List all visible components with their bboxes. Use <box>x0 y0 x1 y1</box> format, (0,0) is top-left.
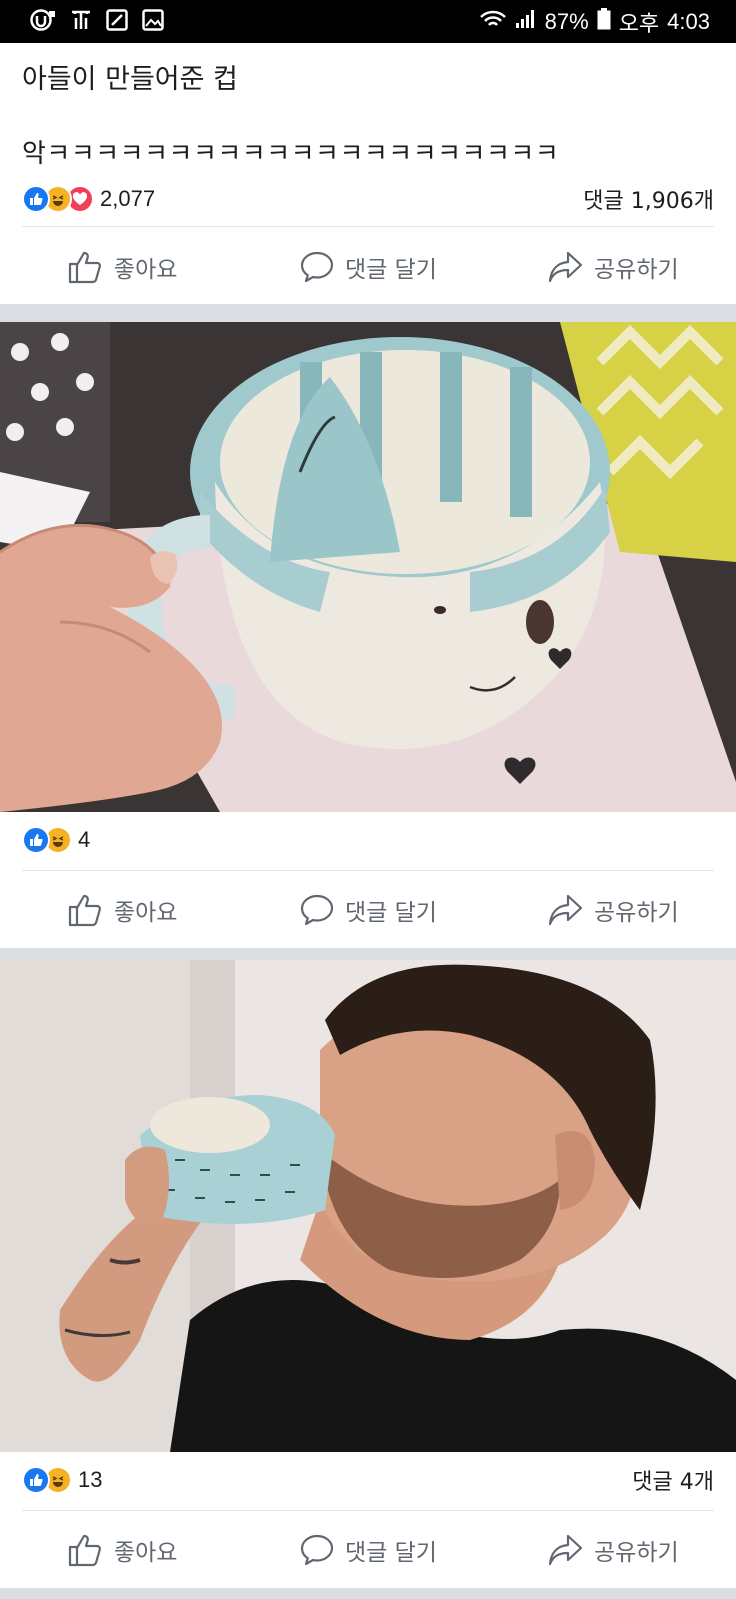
share-label: 공유하기 <box>594 257 679 283</box>
edit-note-icon <box>106 8 128 35</box>
photo-2-footer: 13 댓글 4개 좋아요 댓글 달기 공유하기 <box>0 1452 736 1588</box>
status-bar: 87% 오후 4:03 <box>0 0 736 43</box>
like-button[interactable]: 좋아요 <box>0 893 245 927</box>
post-photo-mug[interactable] <box>0 322 736 812</box>
comment-label: 댓글 달기 <box>345 257 437 283</box>
share-arrow-icon <box>548 894 583 926</box>
photo-1-actions: 좋아요 댓글 달기 공유하기 <box>0 880 736 940</box>
image-notification-icon <box>142 8 164 35</box>
status-bar-notifications <box>30 8 164 35</box>
comment-label: 댓글 달기 <box>345 900 437 926</box>
comment-button[interactable]: 댓글 달기 <box>245 250 490 284</box>
thumbs-up-icon <box>68 251 101 284</box>
divider <box>22 870 714 871</box>
comment-label: 댓글 달기 <box>345 1540 437 1566</box>
share-label: 공유하기 <box>594 900 679 926</box>
comment-button[interactable]: 댓글 달기 <box>245 1533 490 1567</box>
reaction-count: 2,077 <box>100 186 156 211</box>
wifi-icon <box>479 9 507 35</box>
comment-bubble-icon <box>300 251 334 283</box>
photo-2-reaction-count: 13 <box>78 1467 103 1492</box>
share-button[interactable]: 공유하기 <box>491 893 736 927</box>
like-button[interactable]: 좋아요 <box>0 1533 245 1567</box>
reaction-summary[interactable]: 2,077 <box>22 185 155 213</box>
post-card: 아들이 만들어준 컵 악ㅋㅋㅋㅋㅋㅋㅋㅋㅋㅋㅋㅋㅋㅋㅋㅋㅋㅋㅋㅋㅋ 2,077 … <box>0 43 736 304</box>
battery-percent: 87% <box>544 8 589 34</box>
photo-2-reaction-summary[interactable]: 13 <box>22 1466 102 1494</box>
like-button[interactable]: 좋아요 <box>0 250 245 284</box>
comment-bubble-icon <box>300 1534 334 1566</box>
signal-icon <box>515 9 537 35</box>
t-app-icon <box>70 9 92 35</box>
thumbs-up-icon <box>68 1534 101 1567</box>
like-label: 좋아요 <box>113 257 178 283</box>
photo-1-reaction-count: 4 <box>78 827 91 852</box>
post-actions: 좋아요 댓글 달기 공유하기 <box>0 237 736 297</box>
photo-1-footer: 4 좋아요 댓글 달기 공유하기 <box>0 812 736 948</box>
like-reaction-icon <box>22 826 50 854</box>
post-title: 아들이 만들어준 컵 <box>22 64 238 95</box>
photo-2-actions: 좋아요 댓글 달기 공유하기 <box>0 1520 736 1580</box>
photo-2-comment-count-link[interactable]: 댓글 4개 <box>632 1464 714 1496</box>
like-label: 좋아요 <box>113 900 178 926</box>
post-photo-man-drinking[interactable] <box>0 960 736 1452</box>
post-reactions-row[interactable]: 2,077 댓글 1,906개 <box>22 181 714 217</box>
like-label: 좋아요 <box>113 1540 178 1566</box>
thumbs-up-icon <box>68 894 101 927</box>
share-button[interactable]: 공유하기 <box>491 250 736 284</box>
photo-2-reactions-row[interactable]: 13 댓글 4개 <box>22 1462 714 1498</box>
app-notification-icon <box>30 8 56 35</box>
clock: 4:03 <box>667 8 710 34</box>
time-period: 오후 <box>618 10 660 36</box>
share-label: 공유하기 <box>594 1540 679 1566</box>
like-reaction-icon <box>22 1466 50 1494</box>
photo-1-reaction-summary[interactable]: 4 <box>22 826 90 854</box>
post-text: 악ㅋㅋㅋㅋㅋㅋㅋㅋㅋㅋㅋㅋㅋㅋㅋㅋㅋㅋㅋㅋㅋ <box>22 139 560 169</box>
share-arrow-icon <box>548 251 583 283</box>
like-reaction-icon <box>22 185 50 213</box>
photo-1-reactions-row[interactable]: 4 <box>22 822 714 858</box>
comment-button[interactable]: 댓글 달기 <box>245 893 490 927</box>
share-button[interactable]: 공유하기 <box>491 1533 736 1567</box>
status-bar-system: 87% 오후 4:03 <box>479 6 710 38</box>
battery-icon <box>597 7 611 36</box>
comment-count-link[interactable]: 댓글 1,906개 <box>583 183 714 215</box>
divider <box>22 226 714 227</box>
share-arrow-icon <box>548 1534 583 1566</box>
comment-bubble-icon <box>300 894 334 926</box>
divider <box>22 1510 714 1511</box>
